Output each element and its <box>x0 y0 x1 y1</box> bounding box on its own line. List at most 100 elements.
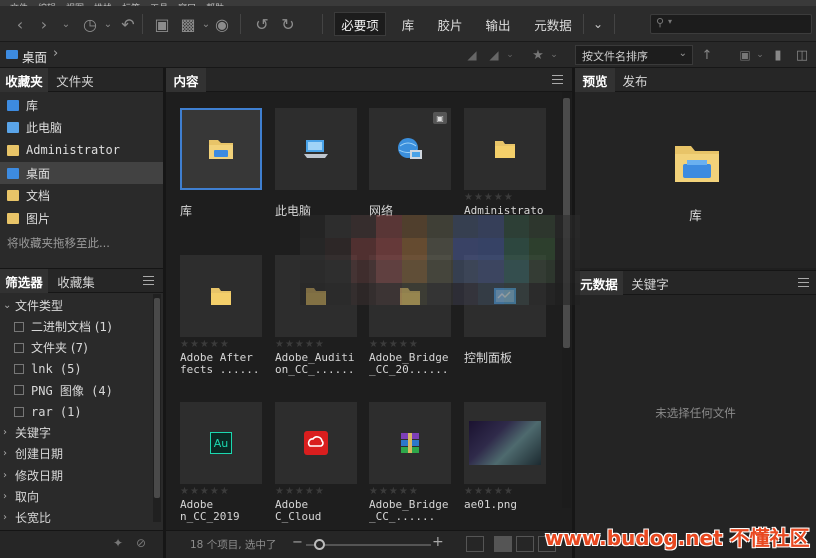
checkbox[interactable] <box>14 385 24 396</box>
workspace-tab-filmstrip[interactable]: 胶片 <box>430 12 470 36</box>
filter-group[interactable]: › 创建日期 <box>0 443 153 464</box>
checkbox[interactable] <box>14 321 24 332</box>
content-item-thumbnail[interactable] <box>180 108 262 190</box>
chevron-right-icon[interactable]: › <box>3 427 11 438</box>
chevron-right-icon[interactable]: › <box>3 448 11 459</box>
chevron-right-icon[interactable]: › <box>3 491 11 502</box>
forward-icon[interactable]: › <box>34 14 54 34</box>
rating-stars[interactable]: ★★★★★ <box>180 339 230 350</box>
tab-metadata[interactable]: 元数据 <box>575 271 623 295</box>
chevron-right-icon[interactable]: › <box>3 512 11 523</box>
pin-icon[interactable]: ✦ <box>113 536 123 550</box>
content-item-thumbnail[interactable] <box>180 255 262 337</box>
tab-keywords[interactable]: 关键字 <box>625 271 675 295</box>
view-details-button[interactable] <box>516 536 534 552</box>
rating-stars[interactable]: ★★★★★ <box>369 486 419 497</box>
tab-collections[interactable]: 收藏集 <box>50 269 102 293</box>
filter-option[interactable]: lnk (5) <box>0 359 153 380</box>
content-item-thumbnail[interactable] <box>464 108 546 190</box>
favorite-item[interactable]: 图片 <box>0 208 163 230</box>
content-item-thumbnail[interactable] <box>369 402 451 484</box>
chevron-down-icon[interactable]: ⌄ <box>3 300 11 311</box>
return-icon[interactable]: ↶ <box>118 14 138 34</box>
content-item-thumbnail[interactable]: ▣ <box>369 108 451 190</box>
chevron-right-icon[interactable]: › <box>3 470 11 481</box>
quality-icon[interactable]: ◢ <box>462 45 482 65</box>
filter-option[interactable]: rar (1) <box>0 401 153 422</box>
chevron-down-icon[interactable]: ⌄ <box>56 14 76 34</box>
filter-group[interactable]: › 关键字 <box>0 422 153 443</box>
search-input[interactable]: ⚲ ▾ <box>650 14 812 34</box>
tab-publish[interactable]: 发布 <box>617 68 653 92</box>
new-folder-icon[interactable]: ▮ <box>768 45 788 65</box>
checkbox[interactable] <box>14 406 24 417</box>
panel-menu-icon[interactable] <box>143 276 154 285</box>
workspace-tab-essentials[interactable]: 必要项 <box>334 12 386 36</box>
sort-select[interactable]: 按文件名排序 ⌄ <box>575 45 693 65</box>
clear-filter-icon[interactable]: ⊘ <box>136 536 146 550</box>
favorite-item[interactable]: 桌面 <box>0 162 163 185</box>
checkbox[interactable] <box>14 364 24 375</box>
sort-ascending-icon[interactable]: ↑ <box>697 45 717 65</box>
content-item-thumbnail[interactable]: Au <box>180 402 262 484</box>
recent-icon[interactable]: ◷ <box>80 14 100 34</box>
checkbox[interactable] <box>14 342 24 353</box>
tab-filter[interactable]: 筛选器 <box>0 269 48 293</box>
panel-divider[interactable] <box>163 68 166 558</box>
zoom-in-icon[interactable]: + <box>432 534 444 550</box>
breadcrumb-item[interactable]: 桌面 <box>22 47 47 66</box>
content-item-label: Adobe_Bridge _CC_...... <box>369 498 449 523</box>
rating-stars[interactable]: ★★★★★ <box>275 339 325 350</box>
delete-icon[interactable]: ◫ <box>792 45 812 65</box>
filter-group[interactable]: › 长宽比 <box>0 507 153 528</box>
favorite-item[interactable]: Administrator <box>0 139 163 161</box>
metadata-panel: 元数据 关键字 未选择任何文件 <box>575 270 816 558</box>
rotate-left-icon[interactable]: ↺ <box>252 14 272 34</box>
chevron-down-icon[interactable]: ⌄ <box>98 14 118 34</box>
filter-group[interactable]: › 取向 <box>0 486 153 507</box>
panel-menu-icon[interactable] <box>798 278 809 287</box>
filter-option[interactable]: 文件夹 (7) <box>0 337 153 358</box>
rating-stars[interactable]: ★★★★★ <box>275 486 325 497</box>
chevron-down-icon[interactable]: ⌄ <box>750 45 770 65</box>
content-item-thumbnail[interactable] <box>275 108 357 190</box>
tab-content[interactable]: 内容 <box>166 68 206 92</box>
tab-favorites[interactable]: 收藏夹 <box>0 68 48 92</box>
rating-stars[interactable]: ★★★★★ <box>464 192 514 203</box>
rating-stars[interactable]: ★★★★★ <box>369 339 419 350</box>
content-item-thumbnail[interactable] <box>464 402 546 484</box>
mosaic-cell <box>350 260 377 283</box>
content-item-thumbnail[interactable] <box>275 402 357 484</box>
filter-option[interactable]: 二进制文档 (1) <box>0 316 153 337</box>
favorite-item[interactable]: 库 <box>0 94 163 116</box>
workspace-tab-libraries[interactable]: 库 <box>394 12 422 36</box>
view-thumbnails-button[interactable] <box>494 536 512 552</box>
library-folder-icon <box>675 146 719 182</box>
open-camera-raw-icon[interactable]: ◉ <box>212 14 232 34</box>
chevron-down-icon[interactable]: ⌄ <box>588 14 608 34</box>
filter-group[interactable]: › 修改日期 <box>0 465 153 486</box>
refine-icon[interactable]: ▩ <box>178 14 198 34</box>
favorite-item[interactable]: 文档 <box>0 185 163 207</box>
filter-option[interactable]: PNG 图像 (4) <box>0 380 153 401</box>
workspace-tab-output[interactable]: 输出 <box>478 12 518 36</box>
tab-preview[interactable]: 预览 <box>575 68 615 92</box>
chevron-right-icon[interactable]: › <box>53 46 58 61</box>
scrollbar-thumb[interactable] <box>154 298 160 498</box>
zoom-out-icon[interactable]: − <box>292 535 303 550</box>
rating-stars[interactable]: ★★★★★ <box>464 486 514 497</box>
camera-icon[interactable]: ▣ <box>152 14 172 34</box>
filter-scrollbar[interactable] <box>153 294 161 522</box>
panel-menu-icon[interactable] <box>552 75 563 84</box>
chevron-down-icon[interactable]: ⌄ <box>500 45 520 65</box>
workspace-tab-metadata[interactable]: 元数据 <box>526 12 580 36</box>
rating-stars[interactable]: ★★★★★ <box>180 486 230 497</box>
filter-group[interactable]: ⌄ 文件类型 <box>0 295 153 316</box>
rotate-right-icon[interactable]: ↻ <box>278 14 298 34</box>
favorite-item[interactable]: 此电脑 <box>0 117 163 139</box>
tab-folders[interactable]: 文件夹 <box>50 68 100 92</box>
chevron-down-icon[interactable]: ⌄ <box>544 45 564 65</box>
slider-knob[interactable] <box>314 539 325 550</box>
view-grid-lock-button[interactable] <box>466 536 484 552</box>
back-icon[interactable]: ‹ <box>10 14 30 34</box>
